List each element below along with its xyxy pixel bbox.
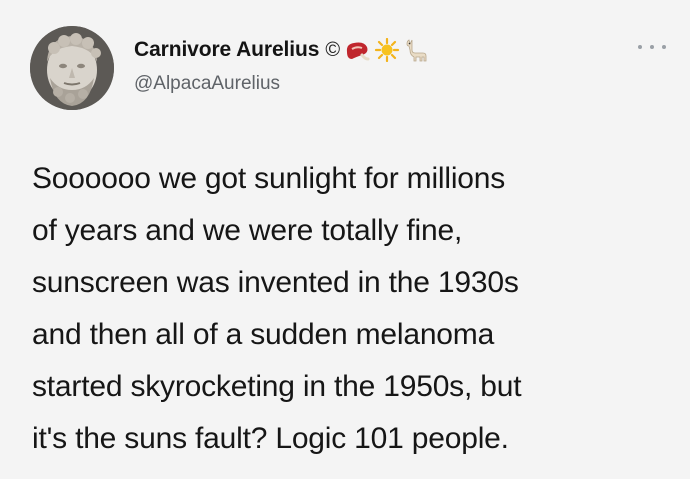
copyright-icon: © xyxy=(325,38,341,61)
tweet-card: Carnivore Aurelius © @AlpacaAurelius Soo… xyxy=(0,0,690,479)
tweet-text-line: Soooooo we got sunlight for millions xyxy=(32,162,506,195)
tweet-text: Soooooo we got sunlight for millions of … xyxy=(32,153,672,465)
llama-emoji-icon xyxy=(404,38,430,62)
tweet-text-line: it's the suns fault? Logic 101 people. xyxy=(32,422,509,455)
user-handle[interactable]: @AlpacaAurelius xyxy=(134,73,280,95)
display-name[interactable]: Carnivore Aurelius xyxy=(134,38,319,62)
dot xyxy=(638,45,642,49)
marcus-aurelius-bust-icon xyxy=(30,26,114,110)
name-row: Carnivore Aurelius © xyxy=(134,36,430,64)
tweet-text-line: of years and we were totally fine, xyxy=(32,214,463,247)
tweet-text-line: and then all of a sudden melanoma xyxy=(32,318,495,351)
dot xyxy=(650,45,654,49)
more-horizontal-icon[interactable] xyxy=(638,40,666,54)
tweet-text-line: started skyrocketing in the 1950s, but xyxy=(32,370,522,403)
dot xyxy=(662,45,666,49)
steak-emoji-icon xyxy=(344,38,370,62)
profile-avatar[interactable] xyxy=(30,26,114,110)
sun-emoji-icon xyxy=(374,38,400,62)
tweet-text-line: sunscreen was invented in the 1930s xyxy=(32,266,519,299)
